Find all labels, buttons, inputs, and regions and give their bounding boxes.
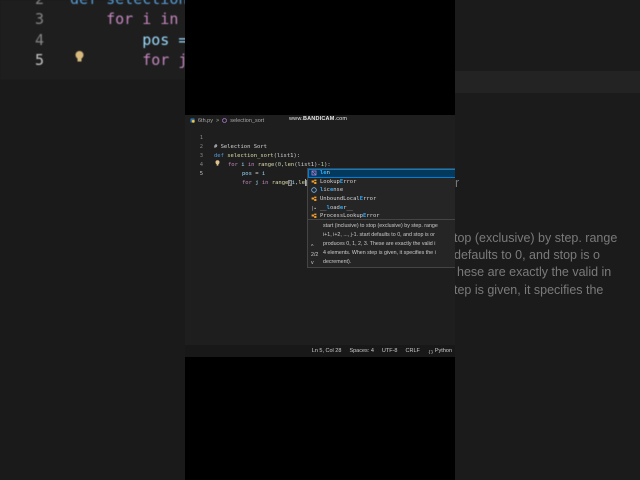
background-code-text: for j (70, 51, 185, 69)
background-code-view: 2 def selection_ 3 for i in r 4 pos = 5 … (0, 0, 185, 80)
background-zoom-left: 2 def selection_ 3 for i in r 4 pos = 5 … (0, 0, 185, 480)
cursor-position[interactable]: Ln 5, Col 28 (312, 348, 342, 354)
recording-watermark: www.BANDICAM.com (289, 116, 348, 122)
python-file-icon (190, 118, 195, 123)
breadcrumb-separator: > (215, 117, 220, 124)
background-line-number: 5 (34, 51, 44, 69)
suggestion-item-lookuperror[interactable]: LookupError (308, 178, 455, 187)
code-line[interactable]: 2 def selection_sort(list1): (185, 134, 455, 159)
class-icon (311, 213, 317, 219)
language-mode[interactable]: {} Python (428, 348, 452, 354)
braces-icon: {} (428, 349, 433, 354)
suggestion-item-license[interactable]: license (308, 186, 455, 195)
signature-count: 2/2 (311, 252, 319, 258)
variable-icon (311, 187, 317, 194)
background-code-text: pos = (70, 31, 185, 49)
details-text: produces 0, 1, 2, 3. These are exactly t… (323, 241, 436, 247)
status-bar: Ln 5, Col 28 Spaces: 4 UTF-8 CRLF {} Pyt… (185, 345, 455, 357)
code-editor[interactable]: 6th.py > selection_sort www.BANDICAM.com… (185, 115, 455, 357)
svg-text:{}: {} (428, 349, 433, 354)
breadcrumb-file[interactable]: 6th.py (198, 118, 213, 124)
background-doc-text: defaults to 0, and stop is o (455, 248, 600, 262)
code-line[interactable]: 4 pos = i (185, 152, 455, 177)
background-code-text: for i in r (70, 10, 185, 28)
module-icon: [•] (311, 206, 317, 211)
signature-next-button[interactable]: v (311, 260, 314, 266)
background-zoom-right: r top (exclusive) by step. range default… (455, 0, 640, 480)
background-code-text: def selection_ (70, 0, 185, 8)
background-line-number: 2 (8, 0, 44, 8)
code-text: pos = i (242, 171, 266, 177)
function-symbol-icon (222, 118, 228, 123)
code-line[interactable]: 3 for i in range(0,len(list1)-1): (185, 143, 455, 168)
suggestion-details: start (inclusive) to stop (exclusive) by… (307, 220, 455, 268)
background-doc-text: tep is given, it specifies the (455, 283, 604, 297)
encoding[interactable]: UTF-8 (382, 348, 398, 354)
background-doc-text: top (exclusive) by step. range (455, 231, 618, 245)
editor-header: 6th.py > selection_sort www.BANDICAM.com (185, 115, 455, 125)
background-line-number: 4 (34, 31, 44, 49)
code-line[interactable]: 1 # Selection Sort (185, 125, 455, 150)
code-text: for j in range(i,le) (242, 179, 310, 188)
background-highlight-row (455, 71, 640, 93)
class-icon (311, 179, 317, 184)
background-doc-text: r (455, 176, 460, 190)
method-icon (311, 170, 317, 176)
suggestion-item-loader[interactable]: [•] __loader__ (308, 203, 455, 212)
details-text: 4 elements. When step is given, it speci… (323, 250, 436, 256)
details-text: i+1, i+2, ..., j-1. start defaults to 0,… (323, 232, 435, 238)
breadcrumb: 6th.py > selection_sort (190, 116, 264, 125)
indentation[interactable]: Spaces: 4 (349, 348, 373, 354)
line-ending[interactable]: CRLF (406, 348, 420, 354)
background-doc-text: hese are exactly the valid in (457, 265, 612, 279)
signature-prev-button[interactable]: ^ (311, 244, 314, 250)
class-icon (311, 196, 317, 202)
lightbulb-icon[interactable] (215, 160, 220, 166)
lightbulb-icon (75, 51, 84, 62)
details-text: start (inclusive) to stop (exclusive) by… (323, 223, 438, 229)
details-text: decrement). (323, 259, 352, 265)
svg-text:[•]: [•] (311, 206, 317, 211)
autocomplete-list[interactable]: len LookupError license UnboundLocalErro… (307, 168, 455, 220)
breadcrumb-symbol[interactable]: selection_sort (230, 118, 264, 124)
background-line-number: 3 (34, 10, 44, 28)
suggestion-item-len[interactable]: len (308, 169, 455, 178)
line-number: 5 (199, 171, 203, 177)
suggestion-item-unboundlocalerror[interactable]: UnboundLocalError (308, 195, 455, 204)
